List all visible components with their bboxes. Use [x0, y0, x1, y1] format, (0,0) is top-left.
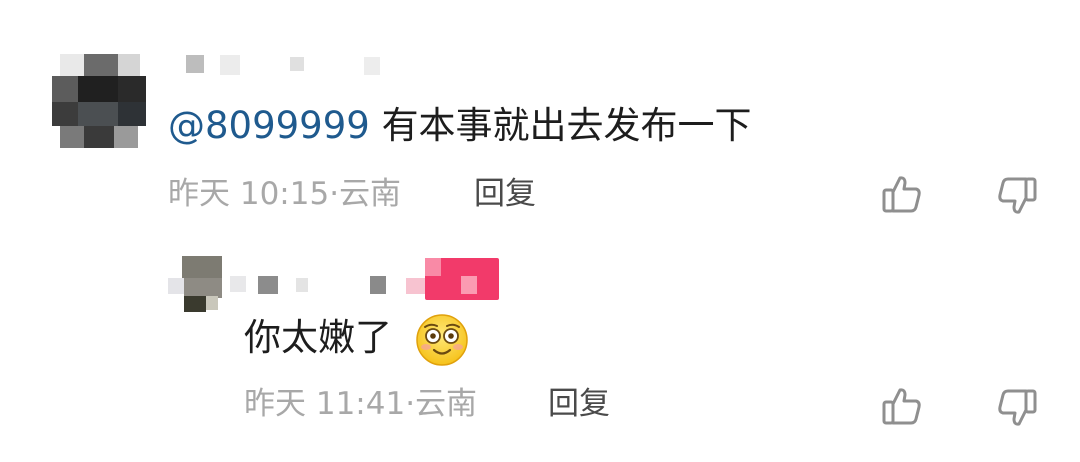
vip-badge [425, 258, 499, 300]
separator-dot: · [329, 176, 340, 212]
comment-meta: 昨天 11:41·云南 [244, 385, 477, 423]
thumb-down-icon[interactable] [995, 174, 1039, 218]
thumb-up-icon[interactable] [880, 384, 924, 428]
comment-text: 有本事就出去发布一下 [381, 104, 752, 147]
location: 云南 [415, 386, 478, 422]
reply-button[interactable]: 回复 [474, 175, 536, 213]
avatar[interactable] [168, 256, 224, 312]
comment-text: 你太嫩了 [244, 316, 392, 359]
timestamp: 昨天 10:15 [168, 176, 330, 212]
reply-button[interactable]: 回复 [548, 385, 610, 423]
username-redacted[interactable] [186, 55, 386, 81]
thumb-up-icon[interactable] [880, 172, 924, 216]
separator-dot: · [405, 386, 416, 422]
comment-meta: 昨天 10:15·云南 [168, 175, 401, 213]
avatar[interactable] [52, 54, 148, 150]
location: 云南 [339, 176, 402, 212]
mention-link[interactable]: @8099999 [168, 104, 370, 147]
timestamp: 昨天 11:41 [244, 386, 406, 422]
comment-body: @8099999 有本事就出去发布一下 [168, 104, 752, 148]
thumb-down-icon[interactable] [995, 386, 1039, 430]
comment-body: 你太嫩了 [244, 316, 392, 360]
smiling-face-emoji-icon [414, 312, 470, 368]
